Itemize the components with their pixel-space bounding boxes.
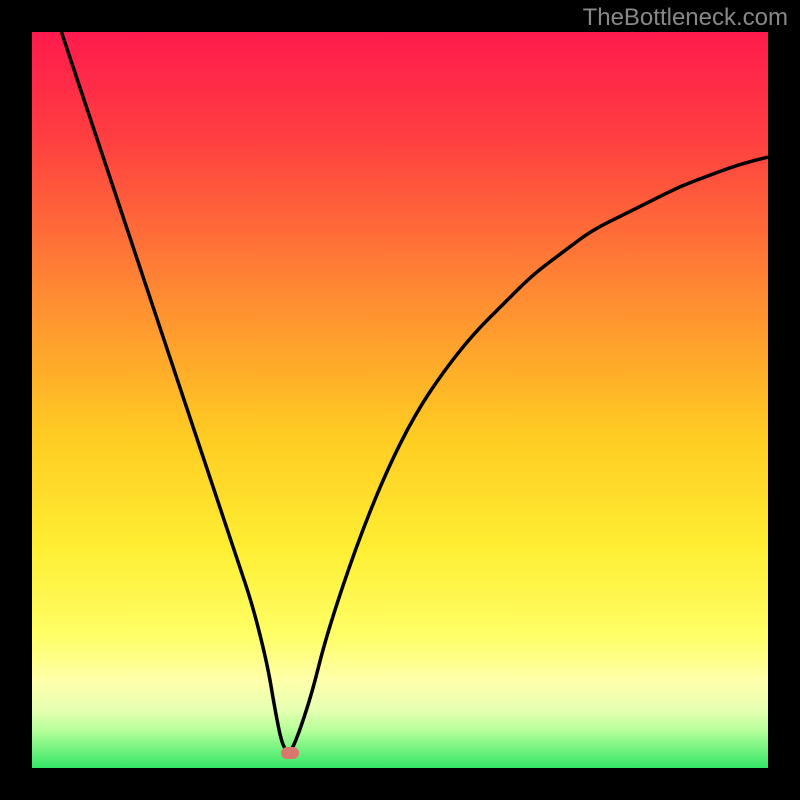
optimal-marker — [281, 747, 299, 759]
chart-frame — [32, 32, 768, 768]
bottleneck-curve — [32, 32, 768, 768]
watermark-text: TheBottleneck.com — [583, 4, 788, 32]
